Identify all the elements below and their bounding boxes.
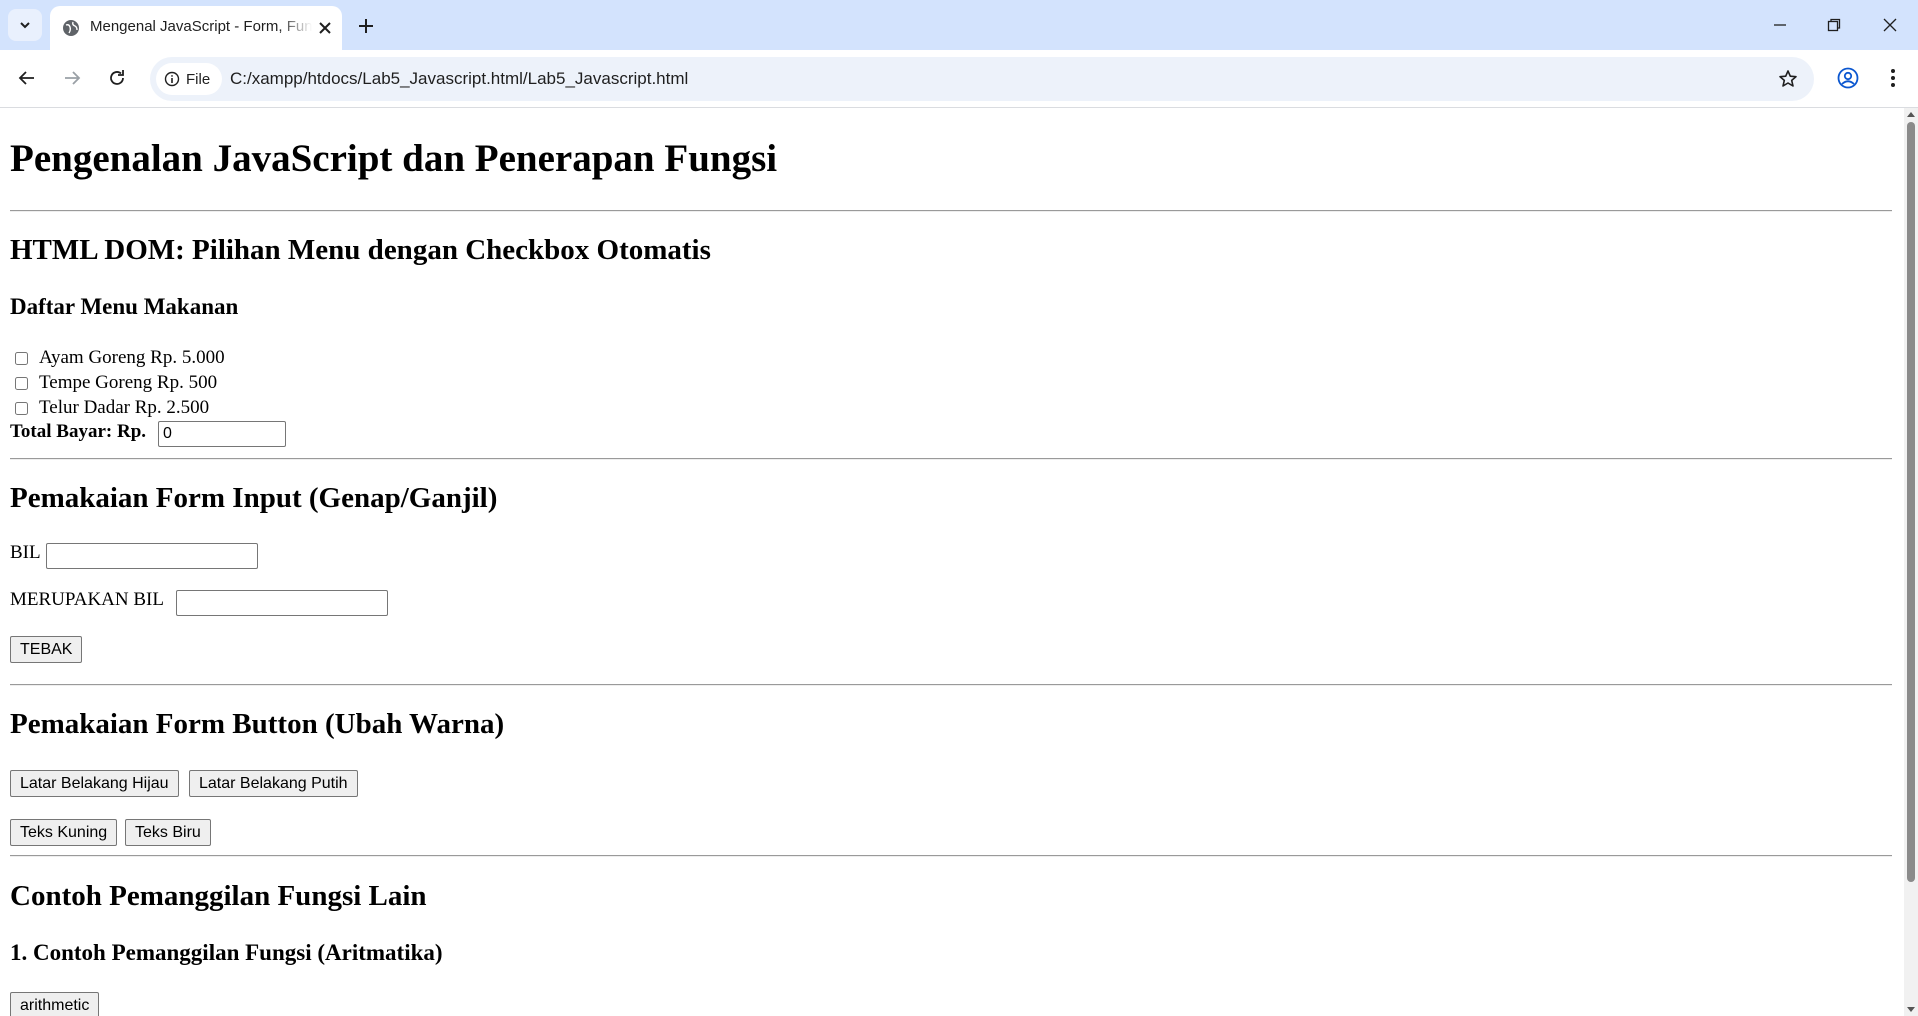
url-text[interactable]: C:/xampp/htdocs/Lab5_Javascript.html/Lab… <box>230 69 688 89</box>
minimize-icon[interactable] <box>1762 10 1798 40</box>
chevron-down-icon <box>20 22 30 29</box>
info-icon <box>164 71 180 87</box>
menu-item-label: Telur Dadar Rp. 2.500 <box>39 397 210 418</box>
close-window-icon[interactable] <box>1872 10 1908 40</box>
globe-icon <box>63 20 79 36</box>
divider <box>10 684 1892 686</box>
profile-icon[interactable] <box>1833 63 1863 93</box>
tab-search-button[interactable] <box>8 9 42 41</box>
bookmark-star-icon[interactable] <box>1776 67 1800 91</box>
merupakan-input[interactable] <box>176 590 388 616</box>
page-viewport: Pengenalan JavaScript dan Penerapan Fung… <box>0 108 1904 1016</box>
yellow-text-button[interactable]: Teks Kuning <box>10 819 118 846</box>
page-title: Pengenalan JavaScript dan Penerapan Fung… <box>10 137 778 180</box>
new-tab-icon[interactable] <box>354 14 378 38</box>
address-bar[interactable]: File C:/xampp/htdocs/Lab5_Javascript.htm… <box>150 57 1814 101</box>
back-icon[interactable] <box>12 63 42 93</box>
arithmetic-button[interactable]: arithmetic <box>10 992 100 1016</box>
menu-checkbox-tempe[interactable] <box>15 377 28 390</box>
forward-icon[interactable] <box>57 63 87 93</box>
divider <box>10 210 1892 212</box>
section-warna-heading: Pemakaian Form Button (Ubah Warna) <box>10 708 505 740</box>
menu-list-heading: Daftar Menu Makanan <box>10 294 239 319</box>
arithmetic-subheading: 1. Contoh Pemanggilan Fungsi (Aritmatika… <box>10 940 443 965</box>
reload-icon[interactable] <box>102 63 132 93</box>
tab-title: Mengenal JavaScript - Form, Fungsi <box>90 18 312 35</box>
close-tab-icon[interactable] <box>316 19 334 37</box>
divider <box>10 855 1892 857</box>
scrollbar-thumb[interactable] <box>1907 122 1915 882</box>
page-scrollbar[interactable] <box>1904 108 1918 1016</box>
browser-toolbar: File C:/xampp/htdocs/Lab5_Javascript.htm… <box>0 50 1918 108</box>
bil-label: BIL <box>10 542 41 563</box>
total-field[interactable] <box>158 421 286 447</box>
tab-strip: Mengenal JavaScript - Form, Fungsi <box>0 0 1918 50</box>
blue-text-button[interactable]: Teks Biru <box>125 819 211 846</box>
section-menu-heading: HTML DOM: Pilihan Menu dengan Checkbox O… <box>10 234 711 266</box>
scroll-up-arrow-icon[interactable] <box>1906 110 1916 118</box>
total-label: Total Bayar: Rp. <box>10 421 147 442</box>
green-background-button[interactable]: Latar Belakang Hijau <box>10 770 179 797</box>
white-background-button[interactable]: Latar Belakang Putih <box>189 770 358 797</box>
section-genap-heading: Pemakaian Form Input (Genap/Ganjil) <box>10 482 498 514</box>
browser-tab[interactable]: Mengenal JavaScript - Form, Fungsi <box>50 6 342 50</box>
more-menu-icon[interactable] <box>1878 63 1908 93</box>
menu-checkbox-ayam[interactable] <box>15 352 28 365</box>
site-info-chip[interactable]: File <box>156 63 223 95</box>
restore-icon[interactable] <box>1816 10 1852 40</box>
divider <box>10 458 1892 460</box>
tebak-button[interactable]: TEBAK <box>10 636 83 663</box>
menu-checkbox-telur[interactable] <box>15 402 28 415</box>
menu-item-label: Ayam Goreng Rp. 5.000 <box>39 347 225 368</box>
section-fungsi-heading: Contoh Pemanggilan Fungsi Lain <box>10 880 427 912</box>
site-chip-label: File <box>186 70 211 88</box>
menu-item-label: Tempe Goreng Rp. 500 <box>39 372 218 393</box>
scroll-down-arrow-icon[interactable] <box>1906 1006 1916 1014</box>
bil-input[interactable] <box>46 543 258 569</box>
merupakan-label: MERUPAKAN BIL <box>10 589 164 610</box>
